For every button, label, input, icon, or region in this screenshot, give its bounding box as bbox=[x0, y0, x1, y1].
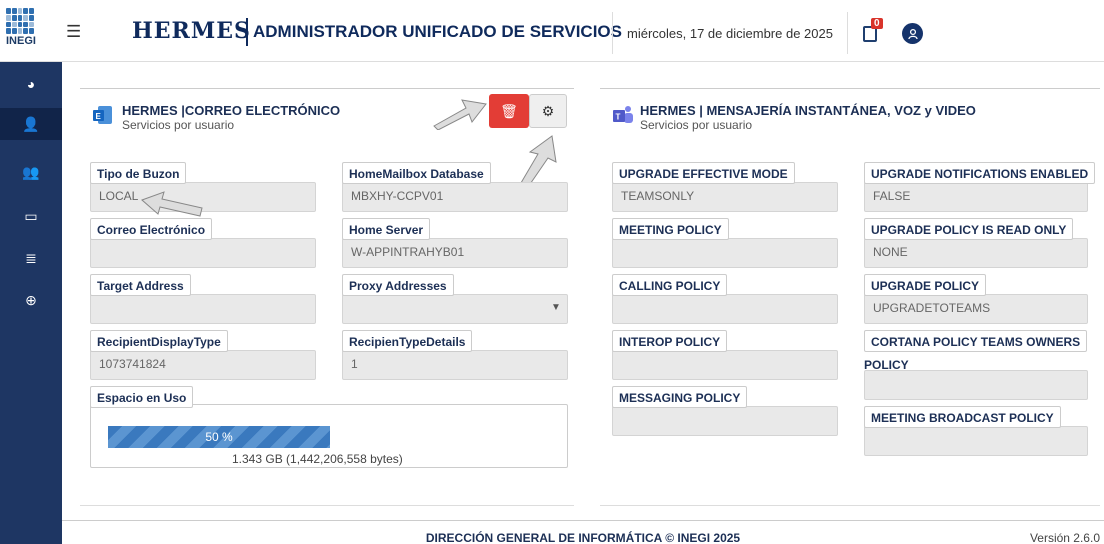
list-icon: ≣ bbox=[25, 249, 37, 266]
usage-bytes: 1.343 GB (1,442,206,558 bytes) bbox=[232, 452, 403, 466]
email-panel-title: HERMES |CORREO ELECTRÓNICO bbox=[122, 103, 341, 118]
sidebar-item-devices[interactable]: ▭ bbox=[0, 200, 62, 232]
logo-text: INEGI bbox=[6, 35, 36, 47]
upgrade-effective-mode-field[interactable]: TEAMSONLY bbox=[612, 182, 838, 212]
title-divider bbox=[246, 18, 248, 46]
current-date: miércoles, 17 de diciembre de 2025 bbox=[612, 12, 848, 54]
search-plus-icon: ⊕ bbox=[25, 291, 37, 308]
pointer-arrow-icon bbox=[141, 191, 203, 217]
delete-button[interactable]: 🗑 bbox=[489, 94, 529, 128]
users-icon: 👥 bbox=[22, 163, 40, 180]
email-panel-subtitle: Servicios por usuario bbox=[122, 118, 235, 132]
cortana-policy-label-line2: POLICY bbox=[864, 358, 909, 372]
outlook-icon: E bbox=[93, 106, 112, 124]
correo-label: Correo Electrónico bbox=[90, 218, 213, 240]
calling-policy-field[interactable] bbox=[612, 294, 838, 324]
upgrade-notifications-label: UPGRADE NOTIFICATIONS ENABLED bbox=[864, 162, 1096, 184]
pointer-arrow-icon bbox=[433, 99, 487, 130]
notification-badge: 0 bbox=[871, 18, 883, 29]
messaging-policy-label: MESSAGING POLICY bbox=[612, 386, 748, 408]
sidebar-item-search[interactable]: ⊕ bbox=[0, 284, 62, 316]
recipient-display-type-field[interactable]: 1073741824 bbox=[90, 350, 316, 380]
upgrade-notifications-field[interactable]: FALSE bbox=[864, 182, 1088, 212]
notifications-button[interactable]: 0 bbox=[862, 18, 884, 44]
meeting-broadcast-policy-field[interactable] bbox=[864, 426, 1088, 456]
recipient-type-details-label: RecipienTypeDetails bbox=[342, 330, 473, 352]
cortana-policy-label: CORTANA POLICY TEAMS OWNERS bbox=[864, 330, 1088, 352]
interop-policy-field[interactable] bbox=[612, 350, 838, 380]
meeting-policy-label: MEETING POLICY bbox=[612, 218, 729, 240]
user-icon[interactable] bbox=[902, 23, 923, 44]
target-address-field[interactable] bbox=[90, 294, 316, 324]
calling-policy-label: CALLING POLICY bbox=[612, 274, 728, 296]
trash-icon: 🗑 bbox=[500, 102, 518, 119]
sidebar: ◕ 👤 👥 ▭ ≣ ⊕ bbox=[0, 62, 62, 544]
brand-title: HERMES bbox=[132, 18, 251, 44]
top-bar: INEGI ☰ HERMES ADMINISTRADOR UNIFICADO D… bbox=[0, 0, 1104, 62]
upgrade-policy-read-only-label: UPGRADE POLICY IS READ ONLY bbox=[864, 218, 1074, 240]
sidebar-item-dashboard[interactable]: ◕ bbox=[0, 68, 62, 100]
logo-grid-icon bbox=[6, 8, 34, 34]
upgrade-policy-field[interactable]: UPGRADETOTEAMS bbox=[864, 294, 1088, 324]
meeting-broadcast-policy-label: MEETING BROADCAST POLICY bbox=[864, 406, 1061, 428]
chevron-down-icon[interactable]: ▼ bbox=[551, 302, 561, 313]
home-server-label: Home Server bbox=[342, 218, 431, 240]
recipient-display-type-label: RecipientDisplayType bbox=[90, 330, 228, 352]
app-subtitle: ADMINISTRADOR UNIFICADO DE SERVICIOS bbox=[253, 22, 622, 41]
home-server-field[interactable]: W-APPINTRAHYB01 bbox=[342, 238, 568, 268]
correo-field[interactable] bbox=[90, 238, 316, 268]
upgrade-effective-mode-label: UPGRADE EFFECTIVE MODE bbox=[612, 162, 795, 184]
svg-text:T: T bbox=[616, 113, 621, 122]
meeting-policy-field[interactable] bbox=[612, 238, 838, 268]
interop-policy-label: INTEROP POLICY bbox=[612, 330, 728, 352]
app-window: INEGI ☰ HERMES ADMINISTRADOR UNIFICADO D… bbox=[0, 0, 1104, 544]
target-address-label: Target Address bbox=[90, 274, 191, 296]
home-mailbox-db-field[interactable]: MBXHY-CCPV01 bbox=[342, 182, 568, 212]
footer-copyright: DIRECCIÓN GENERAL DE INFORMÁTICA © INEGI… bbox=[425, 531, 741, 544]
upgrade-policy-read-only-field[interactable]: NONE bbox=[864, 238, 1088, 268]
sidebar-item-list[interactable]: ≣ bbox=[0, 242, 62, 274]
dashboard-icon: ◕ bbox=[26, 76, 36, 92]
sidebar-item-user-services[interactable]: 👤 bbox=[0, 108, 62, 140]
teams-panel-subtitle: Servicios por usuario bbox=[640, 118, 753, 132]
footer: DIRECCIÓN GENERAL DE INFORMÁTICA © INEGI… bbox=[62, 520, 1104, 544]
messaging-policy-field[interactable] bbox=[612, 406, 838, 436]
usage-progress-bar: 50 % bbox=[108, 426, 330, 448]
monitor-icon: ▭ bbox=[24, 207, 38, 224]
settings-button[interactable]: ⚙ bbox=[529, 94, 567, 128]
menu-icon[interactable]: ☰ bbox=[66, 22, 81, 42]
gears-icon: ⚙ bbox=[541, 102, 555, 119]
teams-panel-title: HERMES | MENSAJERÍA INSTANTÁNEA, VOZ y V… bbox=[640, 103, 976, 118]
svg-text:E: E bbox=[96, 112, 102, 121]
inegi-logo[interactable]: INEGI bbox=[6, 8, 36, 54]
teams-icon: T bbox=[613, 106, 633, 123]
upgrade-policy-label: UPGRADE POLICY bbox=[864, 274, 987, 296]
espacio-label: Espacio en Uso bbox=[90, 386, 194, 408]
recipient-type-details-field[interactable]: 1 bbox=[342, 350, 568, 380]
home-mailbox-db-label: HomeMailbox Database bbox=[342, 162, 491, 184]
add-user-icon: 👤 bbox=[22, 115, 40, 132]
tipo-buzon-label: Tipo de Buzon bbox=[90, 162, 187, 184]
proxy-addresses-label: Proxy Addresses bbox=[342, 274, 454, 296]
proxy-addresses-select[interactable] bbox=[342, 294, 568, 324]
app-version: Versión 2.6.0 bbox=[1029, 531, 1100, 544]
sidebar-item-groups[interactable]: 👥 bbox=[0, 156, 62, 188]
